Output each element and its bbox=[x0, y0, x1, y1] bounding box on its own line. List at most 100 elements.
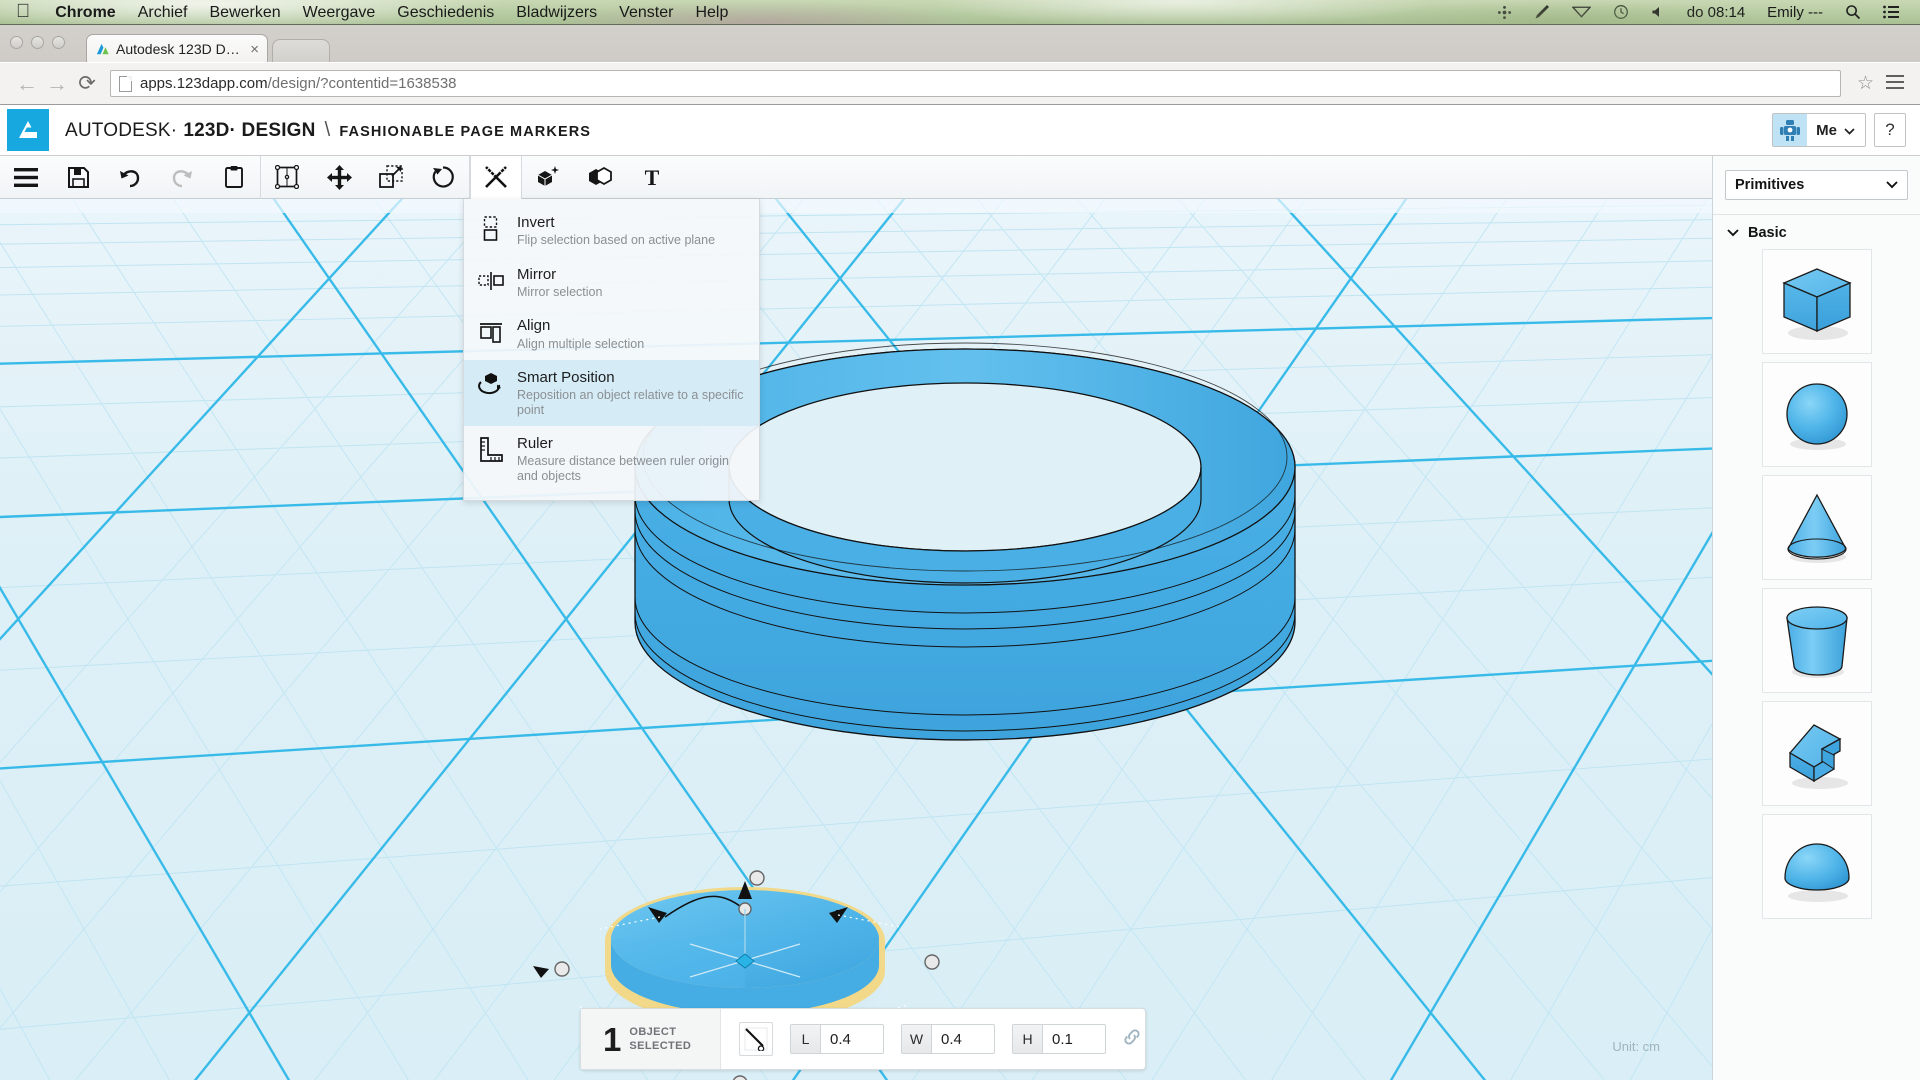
browser-tab[interactable]: Autodesk 123D Design × bbox=[86, 34, 268, 63]
selection-count: 1 OBJECT SELECTED bbox=[581, 1009, 721, 1069]
move-button[interactable] bbox=[313, 156, 365, 199]
time-machine-icon[interactable] bbox=[1602, 0, 1640, 25]
os-menubar:  Chrome Archief Bewerken Weergave Gesch… bbox=[0, 0, 1920, 25]
back-button[interactable]: ← bbox=[12, 69, 42, 99]
menu-item-title: Mirror bbox=[517, 265, 557, 283]
menu-item-venster[interactable]: Venster bbox=[608, 0, 684, 25]
url-path: /design/?contentid=1638538 bbox=[267, 75, 457, 92]
chrome-menu-icon[interactable] bbox=[1882, 72, 1908, 95]
reload-button[interactable]: ⟳ bbox=[72, 69, 102, 99]
menubar-clock[interactable]: do 08:14 bbox=[1676, 0, 1756, 25]
close-window-button[interactable] bbox=[10, 36, 23, 49]
undo-button[interactable] bbox=[104, 156, 156, 199]
panel-group-basic[interactable]: Basic bbox=[1713, 215, 1920, 241]
height-field[interactable]: H 0.1 bbox=[1012, 1024, 1106, 1054]
primitive-box[interactable] bbox=[1761, 249, 1872, 354]
minimize-window-button[interactable] bbox=[31, 36, 44, 49]
primitives-button[interactable] bbox=[522, 156, 574, 199]
chevron-down-icon bbox=[1886, 177, 1898, 193]
panel-group-label: Basic bbox=[1748, 225, 1787, 241]
height-value[interactable]: 0.1 bbox=[1043, 1031, 1105, 1048]
brand-autodesk: AUTODESK· bbox=[65, 119, 178, 141]
menu-item-title: Invert bbox=[517, 214, 555, 231]
grid-plane bbox=[0, 199, 1712, 1080]
brand-123d-design: 123D· DESIGN bbox=[183, 119, 316, 141]
menu-item-weergave[interactable]: Weergave bbox=[292, 0, 387, 25]
menu-item-invert[interactable]: Invert Flip selection based on active pl… bbox=[464, 205, 759, 257]
primitives-category-value: Primitives bbox=[1735, 177, 1805, 193]
paste-button[interactable] bbox=[208, 156, 260, 199]
selection-label-line2: SELECTED bbox=[629, 1040, 692, 1052]
width-field[interactable]: W 0.4 bbox=[901, 1024, 995, 1054]
primitives-panel: Primitives Basic bbox=[1712, 156, 1920, 1080]
menubar-status-area: do 08:14 Emily --- bbox=[1486, 0, 1920, 25]
menu-item-ruler[interactable]: Ruler Measure distance between ruler ori… bbox=[464, 426, 759, 492]
primitive-sphere[interactable] bbox=[1761, 362, 1872, 467]
wifi-icon[interactable] bbox=[1561, 0, 1602, 25]
menu-item-title: Smart Position bbox=[517, 368, 615, 386]
menu-item-smart-position[interactable]: Smart Position Reposition an object rela… bbox=[464, 359, 759, 426]
window-controls[interactable] bbox=[10, 36, 65, 49]
title-separator: \ bbox=[324, 118, 331, 141]
menu-item-archief[interactable]: Archief bbox=[127, 0, 199, 25]
menu-item-desc: Align multiple selection bbox=[517, 336, 645, 351]
menu-item-desc: Reposition an object relative to a speci… bbox=[517, 388, 744, 417]
search-icon[interactable] bbox=[1834, 0, 1872, 25]
diagonal-measure-icon[interactable] bbox=[739, 1022, 773, 1056]
volume-icon[interactable] bbox=[1640, 0, 1676, 25]
width-value[interactable]: 0.4 bbox=[932, 1031, 994, 1048]
length-value[interactable]: 0.4 bbox=[821, 1031, 883, 1048]
svg-text:T: T bbox=[645, 166, 660, 188]
selection-label-line1: OBJECT bbox=[629, 1025, 677, 1038]
primitive-cylinder[interactable] bbox=[1761, 588, 1872, 693]
close-icon[interactable]: × bbox=[245, 41, 259, 58]
align-icon bbox=[478, 317, 504, 347]
text-button[interactable]: T bbox=[626, 156, 678, 199]
redo-button[interactable] bbox=[156, 156, 208, 199]
primitive-cone[interactable] bbox=[1761, 475, 1872, 580]
smart-position-icon bbox=[478, 369, 504, 399]
help-button[interactable]: ? bbox=[1874, 113, 1906, 147]
address-bar[interactable]: apps.123dapp.com /design/?contentid=1638… bbox=[110, 70, 1841, 97]
primitives-category-select[interactable]: Primitives bbox=[1725, 170, 1908, 200]
browser-chrome: Autodesk 123D Design × ← → ⟳ apps.123dap… bbox=[0, 25, 1920, 105]
link-chain-icon[interactable] bbox=[1122, 1027, 1142, 1052]
zoom-window-button[interactable] bbox=[52, 36, 65, 49]
menubar-user[interactable]: Emily --- bbox=[1756, 0, 1834, 25]
menu-item-geschiedenis[interactable]: Geschiedenis bbox=[386, 0, 505, 25]
menu-button[interactable] bbox=[0, 156, 52, 199]
menu-item-bladwijzers[interactable]: Bladwijzers bbox=[505, 0, 608, 25]
menu-item-align[interactable]: Align Align multiple selection bbox=[464, 308, 759, 360]
autodesk-favicon bbox=[95, 42, 110, 57]
account-button[interactable]: Me bbox=[1772, 113, 1866, 147]
new-tab-button[interactable] bbox=[272, 39, 330, 63]
primitive-wedge[interactable] bbox=[1761, 701, 1872, 806]
save-button[interactable] bbox=[52, 156, 104, 199]
transform-button[interactable] bbox=[470, 155, 522, 199]
list-icon[interactable] bbox=[1872, 0, 1910, 25]
primitive-dome[interactable] bbox=[1761, 814, 1872, 919]
scale-button[interactable] bbox=[365, 156, 417, 199]
object-info-bar: 1 OBJECT SELECTED L 0.4 W 0.4 H 0.1 bbox=[580, 1008, 1146, 1070]
menu-item-mirror[interactable]: Mirror Mirror selection bbox=[464, 257, 759, 309]
bookmark-star-icon[interactable]: ☆ bbox=[1849, 72, 1882, 95]
transform-dropdown-menu[interactable]: Invert Flip selection based on active pl… bbox=[463, 199, 760, 501]
combine-button[interactable] bbox=[574, 156, 626, 199]
account-label: Me bbox=[1807, 122, 1865, 139]
length-label: L bbox=[791, 1025, 821, 1053]
height-label: H bbox=[1013, 1025, 1043, 1053]
menu-item-chrome[interactable]: Chrome bbox=[44, 0, 126, 25]
menu-item-help[interactable]: Help bbox=[684, 0, 739, 25]
apple-logo-icon[interactable]:  bbox=[16, 2, 30, 21]
tab-strip: Autodesk 123D Design × bbox=[0, 25, 1920, 63]
unit-label: Unit: cm bbox=[1612, 1039, 1660, 1054]
menu-item-bewerken[interactable]: Bewerken bbox=[199, 0, 292, 25]
autodesk-a-logo[interactable] bbox=[7, 109, 49, 151]
sketch-button[interactable] bbox=[261, 156, 313, 199]
forward-button[interactable]: → bbox=[42, 69, 72, 99]
dropbox-icon[interactable] bbox=[1486, 0, 1523, 25]
rotate-button[interactable] bbox=[417, 156, 469, 199]
viewport-3d[interactable]: Unit: cm bbox=[0, 199, 1712, 1080]
length-field[interactable]: L 0.4 bbox=[790, 1024, 884, 1054]
pen-icon[interactable] bbox=[1523, 0, 1561, 25]
